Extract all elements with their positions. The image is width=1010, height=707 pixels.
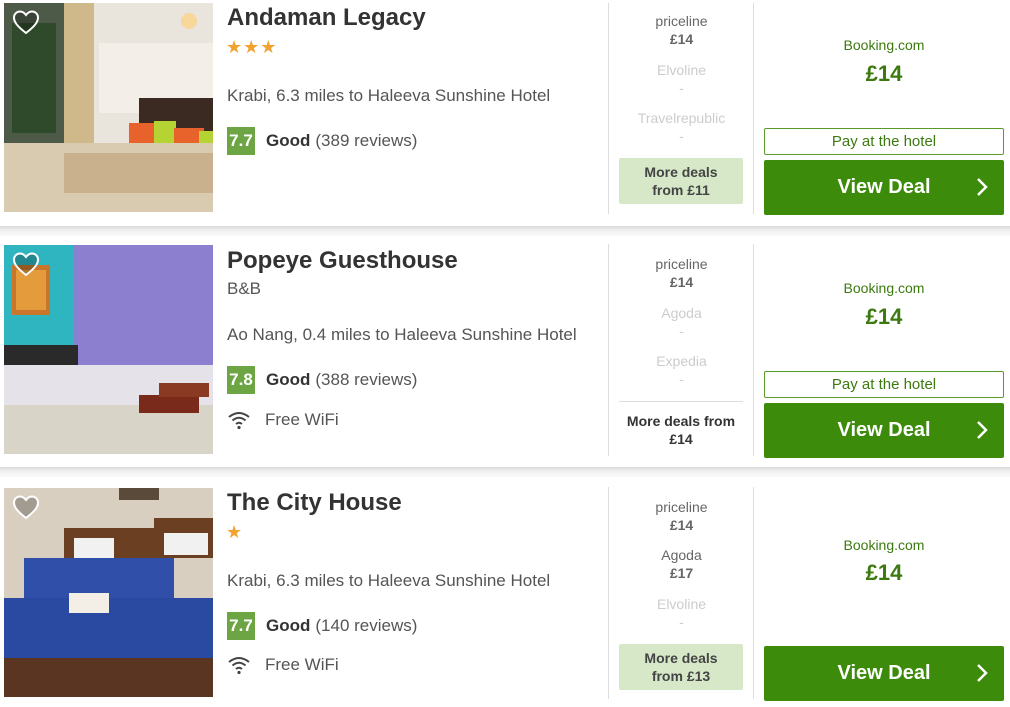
offer-item[interactable]: Agoda - — [609, 304, 754, 340]
property-type: B&B — [227, 279, 262, 298]
hotel-location: Krabi, 6.3 miles to Haleeva Sunshine Hot… — [227, 571, 551, 590]
hotel-name[interactable]: The City House — [227, 489, 402, 517]
hotel-name[interactable]: Andaman Legacy — [227, 4, 426, 32]
offer-price: - — [679, 80, 684, 96]
hotel-card: Popeye Guesthouse B&B Ao Nang, 0.4 miles… — [0, 236, 1010, 464]
offer-price: - — [679, 371, 684, 387]
hotel-card: The City House ★ Krabi, 6.3 miles to Hal… — [0, 477, 1010, 707]
offer-provider: Expedia — [656, 353, 707, 369]
chevron-right-icon — [977, 664, 988, 682]
chevron-right-icon — [977, 178, 988, 196]
hotel-location: Ao Nang, 0.4 miles to Haleeva Sunshine H… — [227, 325, 577, 344]
best-offer-price: £14 — [865, 304, 903, 329]
heart-icon[interactable] — [12, 251, 40, 277]
offer-item[interactable]: Travelrepublic - — [609, 109, 754, 145]
score-badge: 7.8 — [227, 366, 255, 394]
offer-provider: priceline — [655, 499, 708, 515]
offer-price: - — [679, 323, 684, 339]
card-separator — [0, 467, 1010, 477]
offer-provider: Agoda — [661, 305, 702, 321]
offer-price: £14 — [669, 31, 694, 47]
view-deal-button[interactable]: View Deal — [764, 646, 1004, 701]
review-count: (140 reviews) — [315, 616, 418, 635]
offer-provider: Elvoline — [656, 62, 707, 78]
hotel-name[interactable]: Popeye Guesthouse — [227, 247, 458, 275]
pay-at-hotel-badge: Pay at the hotel — [764, 128, 1004, 155]
heart-icon[interactable] — [12, 9, 40, 35]
offer-item[interactable]: Elvoline - — [609, 61, 754, 97]
hotel-photo[interactable] — [4, 245, 213, 454]
offer-price: - — [679, 614, 684, 630]
score-badge: 7.7 — [227, 127, 255, 155]
review-rating[interactable]: 7.7 Good (140 reviews) — [227, 612, 417, 640]
pay-at-hotel-badge: Pay at the hotel — [764, 371, 1004, 398]
view-deal-button[interactable]: View Deal — [764, 403, 1004, 458]
amenity-wifi: Free WiFi — [227, 653, 339, 677]
offer-item[interactable]: Elvoline - — [609, 595, 754, 631]
offer-item[interactable]: priceline £14 — [609, 255, 754, 291]
chevron-right-icon — [977, 421, 988, 439]
other-offers: priceline £14 Agoda - Expedia - More dea… — [609, 236, 754, 464]
hotel-card: Andaman Legacy ★★★ Krabi, 6.3 miles to H… — [0, 0, 1010, 224]
offer-item[interactable]: Expedia - — [609, 352, 754, 388]
offer-price: £14 — [669, 517, 694, 533]
score-label: Good — [266, 131, 311, 150]
amenity-label: Free WiFi — [265, 410, 339, 429]
offer-price: £17 — [669, 565, 694, 581]
wifi-icon — [228, 657, 250, 675]
more-deals-button[interactable]: More deals from £13 — [619, 644, 743, 690]
more-deals-link[interactable]: More deals from £14 — [619, 401, 743, 448]
offer-price: - — [679, 128, 684, 144]
score-label: Good — [266, 370, 311, 389]
star-rating: ★★★ — [226, 37, 278, 57]
offer-item[interactable]: priceline £14 — [609, 498, 754, 534]
other-offers: priceline £14 Elvoline - Travelrepublic … — [609, 0, 754, 224]
view-deal-label: View Deal — [837, 419, 931, 441]
offer-provider: priceline — [655, 13, 708, 29]
hotel-location: Krabi, 6.3 miles to Haleeva Sunshine Hot… — [227, 86, 551, 105]
score-badge: 7.7 — [227, 612, 255, 640]
review-count: (388 reviews) — [315, 370, 418, 389]
offer-item[interactable]: Agoda £17 — [609, 546, 754, 582]
wifi-icon — [228, 412, 250, 430]
view-deal-label: View Deal — [837, 662, 931, 684]
view-deal-button[interactable]: View Deal — [764, 160, 1004, 215]
more-deals-button[interactable]: More deals from £11 — [619, 158, 743, 204]
best-offer-site: Booking.com — [843, 537, 925, 553]
review-rating[interactable]: 7.7 Good (389 reviews) — [227, 127, 417, 155]
score-label: Good — [266, 616, 311, 635]
other-offers: priceline £14 Agoda £17 Elvoline - More … — [609, 477, 754, 707]
best-offer-price: £14 — [865, 61, 903, 86]
view-deal-label: View Deal — [837, 176, 931, 198]
offer-price: £14 — [669, 274, 694, 290]
best-offer-site: Booking.com — [843, 280, 925, 296]
offer-provider: Travelrepublic — [637, 110, 726, 126]
best-offer-price: £14 — [865, 560, 903, 585]
offer-provider: Elvoline — [656, 596, 707, 612]
review-count: (389 reviews) — [315, 131, 418, 150]
best-offer-site: Booking.com — [843, 37, 925, 53]
offer-item[interactable]: priceline £14 — [609, 12, 754, 48]
heart-icon[interactable] — [12, 494, 40, 520]
amenity-label: Free WiFi — [265, 655, 339, 674]
offer-provider: Agoda — [661, 547, 702, 563]
review-rating[interactable]: 7.8 Good (388 reviews) — [227, 366, 417, 394]
hotel-photo[interactable] — [4, 3, 213, 212]
amenity-wifi: Free WiFi — [227, 408, 339, 432]
hotel-photo[interactable] — [4, 488, 213, 697]
card-separator — [0, 226, 1010, 236]
offer-provider: priceline — [655, 256, 708, 272]
star-rating: ★ — [226, 522, 244, 542]
